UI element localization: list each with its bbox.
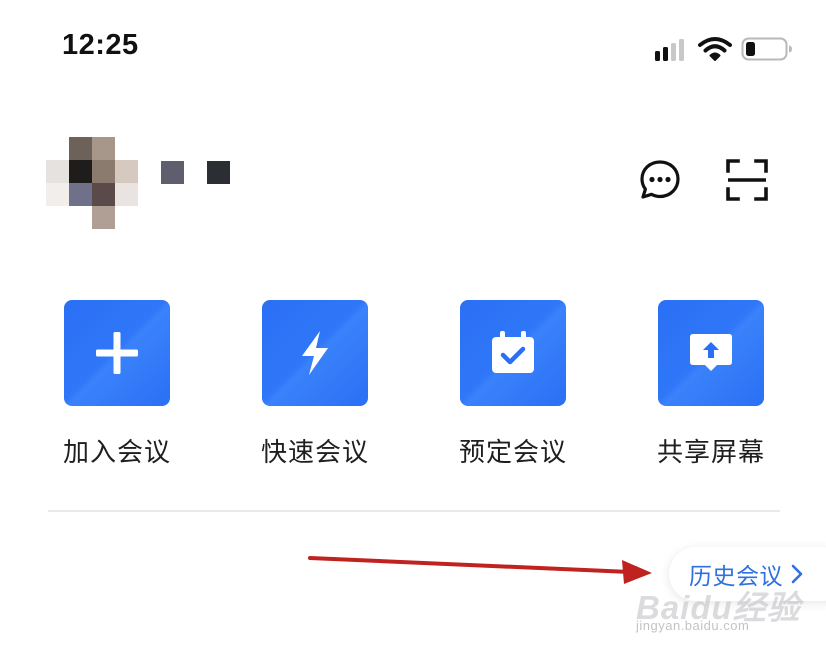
quick-meeting-label: 快速会议 xyxy=(260,438,369,468)
status-time: 12:25 xyxy=(62,29,139,61)
battery-icon xyxy=(741,37,792,61)
avatar xyxy=(46,137,138,229)
join-meeting-label: 加入会议 xyxy=(62,438,171,468)
schedule-meeting-label: 预定会议 xyxy=(458,438,567,468)
join-meeting-button[interactable]: 加入会议 xyxy=(47,300,187,468)
lightning-icon xyxy=(302,331,328,375)
share-screen-button[interactable]: 共享屏幕 xyxy=(641,300,781,468)
chat-bubble-icon xyxy=(640,160,680,199)
section-divider xyxy=(48,510,780,512)
watermark-url: jingyan.baidu.com xyxy=(636,618,750,633)
scan-icon xyxy=(726,159,768,201)
scan-button[interactable] xyxy=(725,158,769,202)
annotation-arrow xyxy=(308,556,652,584)
chat-button[interactable] xyxy=(638,158,682,202)
wifi-icon xyxy=(698,37,732,61)
join-meeting-tile xyxy=(64,300,170,406)
schedule-meeting-button[interactable]: 预定会议 xyxy=(443,300,583,468)
share-screen-tile xyxy=(658,300,764,406)
share-screen-label: 共享屏幕 xyxy=(656,438,765,468)
plus-icon xyxy=(96,332,138,374)
schedule-meeting-tile xyxy=(460,300,566,406)
screen-share-icon xyxy=(690,334,732,371)
calendar-check-icon xyxy=(492,331,534,373)
signal-icon xyxy=(655,39,684,61)
masked-username xyxy=(161,161,230,184)
quick-meeting-button[interactable]: 快速会议 xyxy=(245,300,385,468)
quick-meeting-tile xyxy=(262,300,368,406)
